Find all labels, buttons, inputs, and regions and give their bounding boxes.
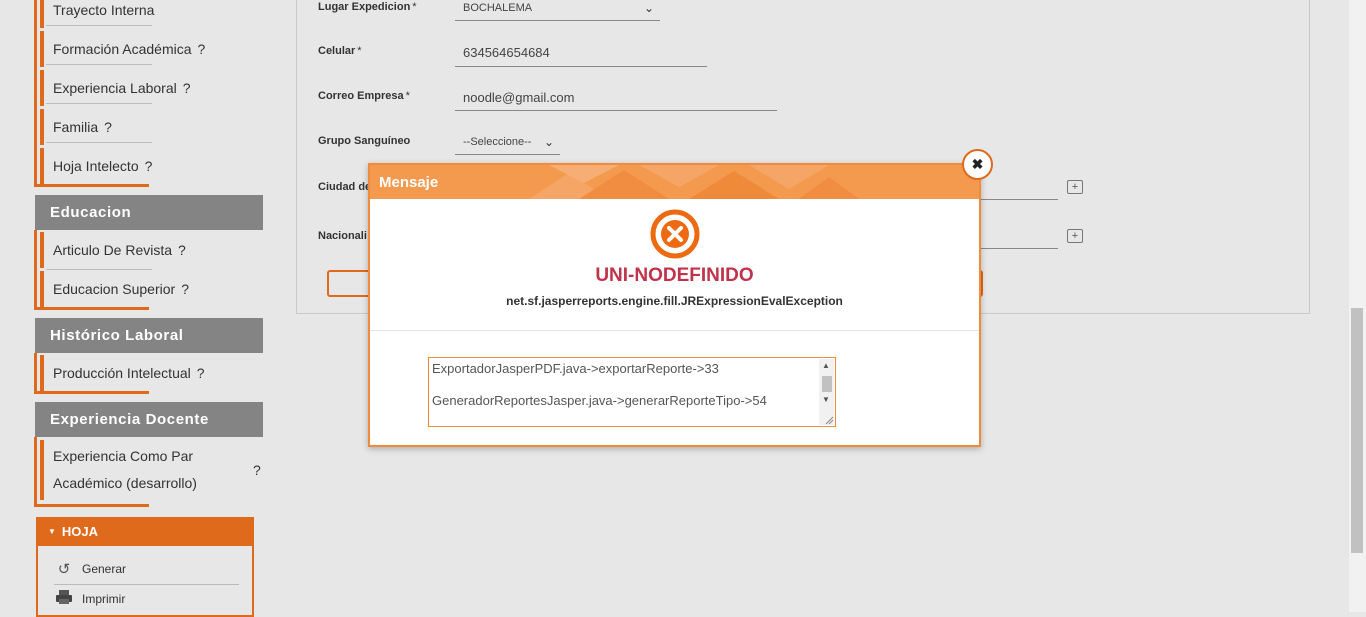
- hoja-panel: ▼ HOJA ↺ Generar Imprimir: [36, 517, 254, 617]
- page-scrollbar[interactable]: [1349, 0, 1366, 612]
- correo-empresa-value: noodle@gmail.com: [463, 89, 575, 105]
- grupo-sanguineo-label: Grupo Sanguíneo: [318, 135, 411, 147]
- help-icon[interactable]: ?: [178, 242, 186, 258]
- chevron-down-icon: ⌄: [543, 134, 554, 149]
- help-icon[interactable]: ?: [183, 80, 191, 96]
- sidebar-item-hoja-intelecto[interactable]: Hoja Intelecto ?: [40, 148, 152, 184]
- scroll-down-icon[interactable]: ▼: [822, 395, 830, 404]
- section-title: Histórico Laboral: [50, 327, 184, 344]
- sidebar-item-label: Educacion Superior: [53, 281, 176, 297]
- sidebar-item-label: Formación Académica: [53, 41, 192, 57]
- scrollbar-thumb[interactable]: [822, 376, 832, 392]
- group-border: [34, 353, 37, 393]
- group-border: [34, 230, 37, 310]
- group-border: [34, 437, 37, 507]
- section-title: Experiencia Docente: [50, 411, 209, 428]
- trace-line: GeneradorReportesJasper.java->generarRep…: [432, 393, 767, 408]
- stacktrace-textarea[interactable]: ExportadorJasperPDF.java->exportarReport…: [428, 357, 836, 427]
- help-icon[interactable]: ?: [253, 462, 261, 478]
- group-border: [34, 391, 149, 394]
- correo-empresa-input[interactable]: noodle@gmail.com: [455, 84, 777, 111]
- celular-input[interactable]: 634564654684: [455, 39, 707, 67]
- imprimir-label: Imprimir: [82, 592, 126, 606]
- help-icon[interactable]: ?: [145, 158, 153, 174]
- help-icon[interactable]: ?: [197, 365, 205, 381]
- lugar-expedicion-value: BOCHALEMA: [463, 2, 533, 14]
- help-icon[interactable]: ?: [104, 119, 112, 135]
- grupo-sanguineo-select[interactable]: --Seleccione-- ⌄: [455, 129, 560, 155]
- hoja-header[interactable]: ▼ HOJA: [38, 517, 252, 546]
- sidebar-item-label: Académico (desarrollo): [53, 475, 197, 491]
- imprimir-button[interactable]: Imprimir: [54, 585, 239, 613]
- sidebar-item-label: Experiencia Como Par: [53, 448, 194, 464]
- printer-icon: [54, 589, 74, 609]
- sidebar-item-trayecto-interna[interactable]: Trayecto Interna: [40, 0, 154, 28]
- sidebar-item-label: Experiencia Laboral: [53, 80, 177, 96]
- sidebar-item-label: Trayecto Interna: [53, 2, 155, 18]
- hoja-title: HOJA: [61, 524, 99, 539]
- celular-value: 634564654684: [463, 45, 550, 60]
- sidebar-item-articulo-revista[interactable]: Articulo De Revista ?: [40, 232, 186, 268]
- message-modal: Mensaje UNI-NODEFINIDO net.sf.jasperrepo…: [368, 163, 981, 447]
- close-icon: ✖: [971, 156, 984, 172]
- error-icon: [650, 209, 700, 259]
- section-header-historico-laboral[interactable]: Histórico Laboral: [35, 318, 263, 353]
- generar-label: Generar: [82, 562, 127, 576]
- generar-button[interactable]: ↺ Generar: [54, 555, 239, 583]
- lugar-expedicion-label: Lugar Expedicion *: [318, 1, 417, 13]
- sidebar-item-label: Producción Intelectual: [53, 365, 191, 381]
- nacionalidad-input[interactable]: [975, 223, 1058, 249]
- sidebar-item-educacion-superior[interactable]: Educacion Superior ?: [40, 271, 189, 307]
- group-border: [34, 307, 149, 310]
- divider: [370, 330, 979, 331]
- modal-header: Mensaje: [370, 165, 979, 199]
- sidebar-item-produccion-intelectual[interactable]: Producción Intelectual ?: [40, 355, 205, 391]
- sidebar-item-label: Familia: [53, 119, 99, 135]
- sidebar-item-formacion-academica[interactable]: Formación Académica ?: [40, 31, 205, 67]
- sidebar-item-label: Hoja Intelecto: [53, 158, 139, 174]
- help-icon[interactable]: ?: [198, 41, 206, 57]
- item-underline: [46, 269, 152, 270]
- history-icon: ↺: [57, 561, 71, 578]
- ciudad-label: Ciudad de: [318, 181, 372, 193]
- caret-down-icon: ▼: [48, 527, 56, 536]
- ciudad-input[interactable]: [975, 174, 1058, 200]
- modal-title: Mensaje: [379, 173, 439, 191]
- error-class: net.sf.jasperreports.engine.fill.JRExpre…: [506, 294, 843, 308]
- sidebar-item-label: Articulo De Revista: [53, 242, 173, 258]
- scrollbar-thumb[interactable]: [1351, 308, 1363, 553]
- add-icon[interactable]: +: [1067, 180, 1083, 194]
- add-icon[interactable]: +: [1067, 229, 1083, 243]
- resize-handle-icon[interactable]: [825, 416, 834, 425]
- trace-line: ExportadorJasperPDF.java->exportarReport…: [432, 361, 719, 376]
- section-header-educacion[interactable]: Educacion: [35, 195, 263, 230]
- group-border: [34, 504, 149, 507]
- group-border: [34, 0, 37, 186]
- sidebar-item-familia[interactable]: Familia ?: [40, 109, 112, 145]
- scroll-up-icon[interactable]: ▲: [822, 361, 830, 370]
- sidebar-item-experiencia-laboral[interactable]: Experiencia Laboral ?: [40, 70, 191, 106]
- lugar-expedicion-select[interactable]: BOCHALEMA ⌄: [455, 0, 660, 21]
- sidebar-item-experiencia-par-academico[interactable]: Experiencia Como Par Académico (desarrol…: [40, 440, 265, 500]
- header-pattern: [529, 165, 859, 199]
- chevron-down-icon: ⌄: [643, 1, 654, 15]
- help-icon[interactable]: ?: [181, 281, 189, 297]
- group-border: [34, 184, 149, 187]
- error-title: UNI-NODEFINIDO: [595, 265, 754, 286]
- section-header-experiencia-docente[interactable]: Experiencia Docente: [35, 402, 263, 437]
- grupo-sanguineo-value: --Seleccione--: [463, 135, 532, 148]
- close-button[interactable]: ✖: [962, 149, 993, 180]
- correo-empresa-label: Correo Empresa *: [318, 90, 410, 102]
- nacionalidad-label: Nacionali: [318, 230, 367, 242]
- celular-label: Celular *: [318, 45, 362, 57]
- section-title: Educacion: [50, 204, 132, 221]
